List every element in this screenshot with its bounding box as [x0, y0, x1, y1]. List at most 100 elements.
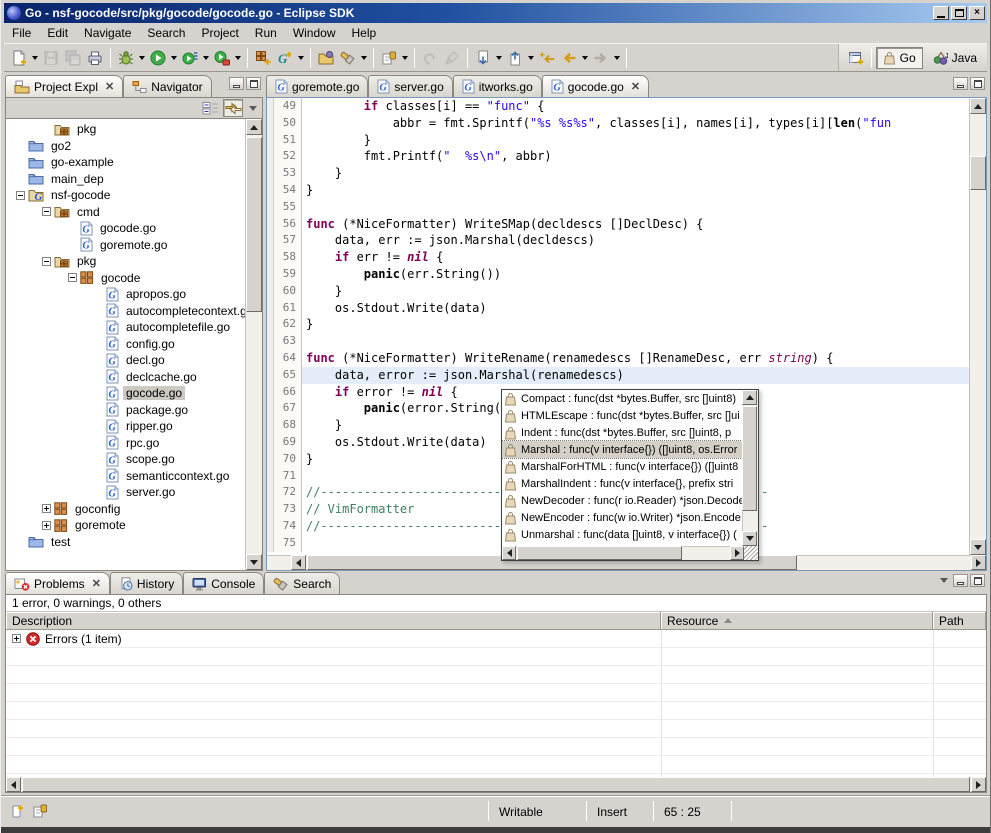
minimize-button[interactable]	[933, 6, 949, 20]
forward-dropdown[interactable]	[612, 46, 622, 70]
scroll-up-button[interactable]	[970, 98, 986, 114]
tree-expand-toggle[interactable]	[14, 191, 27, 200]
completion-item-newencoder[interactable]: NewEncoder : func(w io.Writer) *json.Enc…	[502, 509, 742, 526]
tree-item-gocode[interactable]: gocode	[6, 270, 245, 287]
forward-button[interactable]	[590, 46, 612, 70]
new-go-element-button[interactable]: G	[274, 46, 296, 70]
tree-item-config-go[interactable]: Gconfig.go	[6, 336, 245, 353]
tree-item-goremote[interactable]: goremote	[6, 517, 245, 534]
code-line[interactable]: 58 if err != nil {	[267, 249, 969, 266]
last-edit-location-button[interactable]	[536, 46, 558, 70]
menu-item-file[interactable]: File	[4, 24, 39, 43]
collapse-minus-icon[interactable]	[42, 257, 51, 266]
problems-tab-console[interactable]: Console	[183, 572, 264, 594]
tree-item-goconfig[interactable]: goconfig	[6, 501, 245, 518]
tree-item-gocode-go[interactable]: Ggocode.go	[6, 220, 245, 237]
tree-expand-toggle[interactable]	[40, 521, 53, 530]
tree-expand-toggle[interactable]	[66, 273, 79, 282]
profile-button[interactable]	[211, 46, 233, 70]
tree-item-server-go[interactable]: Gserver.go	[6, 484, 245, 501]
completion-item-marshalindent[interactable]: MarshalIndent : func(v interface{}, pref…	[502, 475, 742, 492]
code-line[interactable]: 65 data, error := json.Marshal(renamedes…	[267, 367, 969, 384]
new-go-package-button[interactable]	[252, 46, 274, 70]
scroll-up-button[interactable]	[742, 390, 757, 405]
tree-item-pkg[interactable]: pkg	[6, 253, 245, 270]
perspective-go[interactable]: Go	[876, 47, 923, 69]
scroll-down-button[interactable]	[246, 554, 262, 570]
menu-item-run[interactable]: Run	[247, 24, 285, 43]
expand-plus-icon[interactable]	[42, 521, 51, 530]
new-go-element-dropdown[interactable]	[296, 46, 306, 70]
tree-item-gocode-go[interactable]: Ggocode.go	[6, 385, 245, 402]
tree-item-cmd[interactable]: cmd	[6, 204, 245, 221]
debug-button[interactable]	[115, 46, 137, 70]
menu-item-window[interactable]: Window	[285, 24, 344, 43]
editor-tab-gocode-go[interactable]: Ggocode.go✕	[542, 75, 649, 97]
code-line[interactable]: 50 abbr = fmt.Sprintf("%s %s%s", classes…	[267, 115, 969, 132]
scroll-right-button[interactable]	[971, 777, 986, 792]
popup-horizontal-scrollbar[interactable]	[502, 546, 758, 560]
previous-annotation-dropdown[interactable]	[526, 46, 536, 70]
problems-horizontal-scrollbar[interactable]	[6, 777, 986, 792]
back-dropdown[interactable]	[580, 46, 590, 70]
tree-item-go2[interactable]: go2	[6, 138, 245, 155]
popup-vertical-scrollbar[interactable]	[742, 390, 758, 546]
code-line[interactable]: 51 }	[267, 132, 969, 149]
maximize-view-button[interactable]	[970, 77, 985, 90]
completion-item-compact[interactable]: Compact : func(dst *bytes.Buffer, src []…	[502, 390, 742, 407]
scroll-thumb[interactable]	[970, 156, 986, 190]
tree-item-go-example[interactable]: go-example	[6, 154, 245, 171]
minimize-view-button[interactable]	[953, 574, 968, 587]
menu-item-project[interactable]: Project	[193, 24, 246, 43]
tree-expand-toggle[interactable]	[40, 257, 53, 266]
menu-item-navigate[interactable]: Navigate	[76, 24, 139, 43]
close-button[interactable]: ×	[969, 6, 985, 20]
scroll-down-button[interactable]	[970, 539, 986, 555]
scroll-thumb[interactable]	[22, 777, 970, 792]
code-line[interactable]: 55	[267, 199, 969, 216]
view-menu-button[interactable]	[940, 578, 948, 583]
open-perspective-button[interactable]	[845, 46, 867, 70]
tree-item-rpc-go[interactable]: Grpc.go	[6, 435, 245, 452]
next-annotation-dropdown[interactable]	[494, 46, 504, 70]
completion-item-htmlescape[interactable]: HTMLEscape : func(dst *bytes.Buffer, src…	[502, 407, 742, 424]
completion-item-newdecoder[interactable]: NewDecoder : func(r io.Reader) *json.Dec…	[502, 492, 742, 509]
perspective-java[interactable]: JJava	[926, 47, 984, 69]
minimize-view-button[interactable]	[229, 77, 244, 90]
explorer-tab-navigator[interactable]: Navigator	[123, 75, 211, 97]
run-button[interactable]	[147, 46, 169, 70]
column-header-resource[interactable]: Resource	[661, 612, 933, 629]
tree-item-semanticcontext-go[interactable]: Gsemanticcontext.go	[6, 468, 245, 485]
scroll-left-button[interactable]	[291, 555, 306, 570]
new-fast-view-icon[interactable]	[11, 803, 24, 819]
code-line[interactable]: 63	[267, 333, 969, 350]
tree-item-pkg[interactable]: pkg	[6, 121, 245, 138]
maximize-button[interactable]	[951, 6, 967, 20]
completion-item-marshal[interactable]: Marshal : func(v interface{}) ([]uint8, …	[502, 441, 742, 458]
scroll-down-button[interactable]	[742, 531, 757, 546]
scroll-up-button[interactable]	[246, 119, 262, 135]
code-line[interactable]: 57 data, err := json.Marshal(decldescs)	[267, 232, 969, 249]
maximize-view-button[interactable]	[246, 77, 261, 90]
problems-tab-search[interactable]: Search	[264, 572, 340, 594]
popup-resize-grip[interactable]	[744, 546, 758, 560]
completion-item-unmarshal[interactable]: Unmarshal : func(data []uint8, v interfa…	[502, 526, 742, 543]
code-line[interactable]: 64func (*NiceFormatter) WriteRename(rena…	[267, 350, 969, 367]
new-button[interactable]	[8, 46, 30, 70]
completion-item-marshalforhtml[interactable]: MarshalForHTML : func(v interface{}) ([]…	[502, 458, 742, 475]
completion-list[interactable]: Compact : func(dst *bytes.Buffer, src []…	[502, 390, 742, 546]
new-dropdown[interactable]	[30, 46, 40, 70]
tree-item-declcache-go[interactable]: Gdeclcache.go	[6, 369, 245, 386]
explorer-tab-project-expl[interactable]: Project Expl✕	[5, 75, 123, 97]
code-line[interactable]: 53 }	[267, 165, 969, 182]
collapse-all-button[interactable]	[200, 99, 220, 117]
title-bar[interactable]: Go - nsf-gocode/src/pkg/gocode/gocode.go…	[4, 3, 987, 23]
tree-expand-toggle[interactable]	[40, 504, 53, 513]
tree-item-apropos-go[interactable]: Gapropos.go	[6, 286, 245, 303]
tree-item-main-dep[interactable]: main_dep	[6, 171, 245, 188]
scroll-left-button[interactable]	[502, 546, 516, 560]
fast-view-icon[interactable]	[32, 803, 48, 819]
run-history-button[interactable]	[179, 46, 201, 70]
tree-item-goremote-go[interactable]: Ggoremote.go	[6, 237, 245, 254]
print-button[interactable]	[84, 46, 106, 70]
